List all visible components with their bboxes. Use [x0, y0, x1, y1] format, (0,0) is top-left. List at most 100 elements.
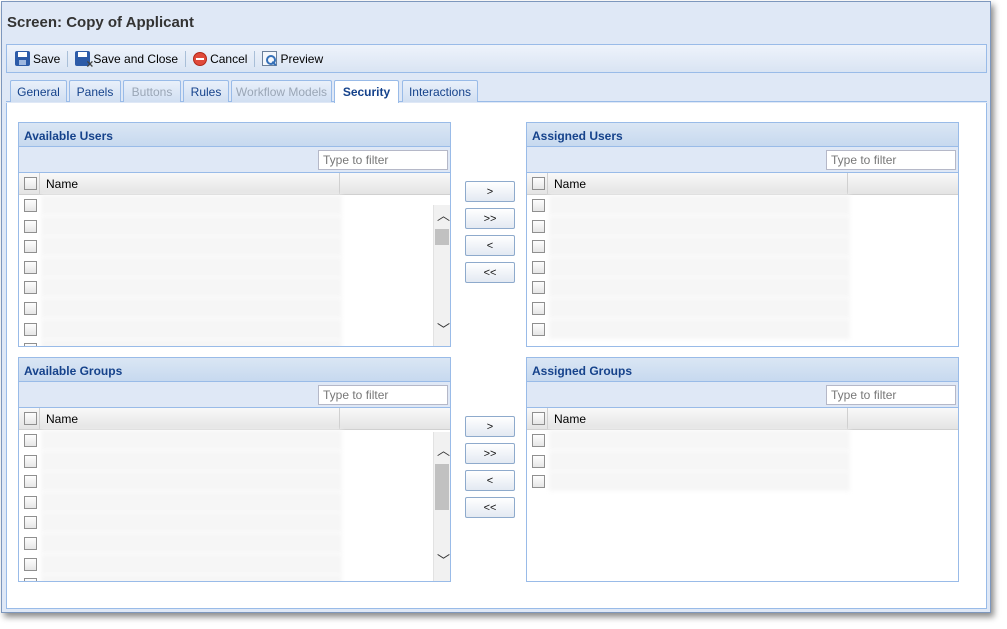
column-divider [847, 173, 848, 194]
list-item[interactable] [19, 297, 450, 319]
tab-security[interactable]: Security [334, 80, 399, 103]
row-checkbox[interactable] [24, 516, 37, 530]
list-item[interactable] [527, 318, 958, 340]
row-checkbox[interactable] [532, 260, 545, 274]
row-checkbox[interactable] [532, 301, 545, 315]
assigned-groups-filter-input[interactable] [826, 385, 956, 405]
tab-general[interactable]: General [10, 80, 67, 102]
list-item[interactable] [19, 553, 450, 575]
list-item[interactable] [19, 256, 450, 278]
redacted-name [41, 215, 342, 236]
scroll-down-icon[interactable]: ﹀ [437, 323, 450, 336]
preview-button[interactable]: Preview [258, 49, 327, 68]
add-selected-users-button[interactable]: > [465, 181, 515, 202]
row-checkbox[interactable] [532, 219, 545, 233]
remove-all-users-button[interactable]: << [465, 262, 515, 283]
scroll-up-icon[interactable]: ︿ [437, 209, 450, 222]
row-checkbox[interactable] [24, 301, 37, 315]
row-checkbox[interactable] [24, 322, 37, 336]
panel-title: Available Groups [19, 358, 450, 382]
name-column-header[interactable]: Name [554, 412, 586, 426]
redacted-name [41, 318, 342, 339]
row-checkbox[interactable] [24, 199, 37, 212]
available-groups-panel: Available Groups Name ︿ [18, 357, 451, 582]
row-checkbox[interactable] [24, 343, 37, 346]
available-users-scrollbar[interactable]: ︿ ﹀ [433, 205, 450, 346]
list-item[interactable] [19, 318, 450, 340]
row-checkbox[interactable] [532, 281, 545, 295]
column-header: Name [527, 173, 958, 195]
row-checkbox[interactable] [24, 536, 37, 550]
list-item[interactable] [527, 256, 958, 278]
row-checkbox[interactable] [24, 240, 37, 254]
select-all-checkbox[interactable] [24, 412, 37, 425]
list-item[interactable] [19, 512, 450, 533]
list-item[interactable] [19, 339, 450, 346]
add-all-groups-button[interactable]: >> [465, 443, 515, 464]
row-checkbox[interactable] [24, 219, 37, 233]
scroll-down-icon[interactable]: ﹀ [437, 554, 450, 567]
row-checkbox[interactable] [532, 322, 545, 336]
list-item[interactable] [19, 471, 450, 492]
row-checkbox[interactable] [24, 281, 37, 295]
name-column-header[interactable]: Name [46, 412, 78, 426]
list-item[interactable] [527, 277, 958, 298]
select-all-checkbox[interactable] [532, 177, 545, 190]
row-checkbox[interactable] [24, 557, 37, 571]
redacted-name [549, 215, 850, 236]
save-and-close-button[interactable]: Save and Close [71, 49, 182, 70]
list-item[interactable] [527, 450, 958, 472]
available-groups-scrollbar[interactable]: ︿ ﹀ [433, 432, 450, 581]
name-column-header[interactable]: Name [554, 177, 586, 191]
list-item[interactable] [527, 430, 958, 451]
list-item[interactable] [19, 236, 450, 257]
add-selected-groups-button[interactable]: > [465, 416, 515, 437]
row-checkbox[interactable] [532, 454, 545, 468]
add-all-users-button[interactable]: >> [465, 208, 515, 229]
scroll-thumb[interactable] [435, 464, 449, 510]
available-groups-filter-input[interactable] [318, 385, 448, 405]
list-item[interactable] [19, 491, 450, 513]
name-column-header[interactable]: Name [46, 177, 78, 191]
assigned-users-filter-input[interactable] [826, 150, 956, 170]
panel-title: Assigned Users [527, 123, 958, 147]
remove-all-groups-button[interactable]: << [465, 497, 515, 518]
select-all-checkbox[interactable] [532, 412, 545, 425]
row-checkbox[interactable] [24, 260, 37, 274]
select-all-checkbox[interactable] [24, 177, 37, 190]
row-checkbox[interactable] [532, 434, 545, 447]
list-item[interactable] [527, 215, 958, 237]
row-checkbox[interactable] [532, 240, 545, 254]
list-item[interactable] [19, 195, 450, 216]
list-item[interactable] [19, 450, 450, 472]
row-checkbox[interactable] [24, 434, 37, 447]
row-checkbox[interactable] [532, 199, 545, 212]
filter-bar [527, 382, 958, 408]
row-checkbox[interactable] [532, 475, 545, 489]
filter-bar [527, 147, 958, 173]
list-item[interactable] [19, 277, 450, 298]
cancel-button[interactable]: Cancel [189, 50, 251, 68]
row-checkbox[interactable] [24, 578, 37, 581]
redacted-name [41, 256, 342, 277]
scroll-thumb[interactable] [435, 229, 449, 245]
remove-selected-groups-button[interactable]: < [465, 470, 515, 491]
list-item[interactable] [527, 236, 958, 257]
list-item[interactable] [19, 532, 450, 554]
remove-selected-users-button[interactable]: < [465, 235, 515, 256]
list-item[interactable] [19, 574, 450, 581]
row-checkbox[interactable] [24, 475, 37, 489]
available-users-filter-input[interactable] [318, 150, 448, 170]
scroll-up-icon[interactable]: ︿ [437, 444, 450, 457]
tab-panels[interactable]: Panels [69, 80, 121, 102]
list-item[interactable] [19, 430, 450, 451]
tab-interactions[interactable]: Interactions [402, 80, 478, 102]
row-checkbox[interactable] [24, 454, 37, 468]
list-item[interactable] [527, 195, 958, 216]
row-checkbox[interactable] [24, 495, 37, 509]
list-item[interactable] [19, 215, 450, 237]
list-item[interactable] [527, 297, 958, 319]
tab-rules[interactable]: Rules [183, 80, 229, 102]
list-item[interactable] [527, 471, 958, 492]
save-button[interactable]: Save [11, 49, 64, 68]
